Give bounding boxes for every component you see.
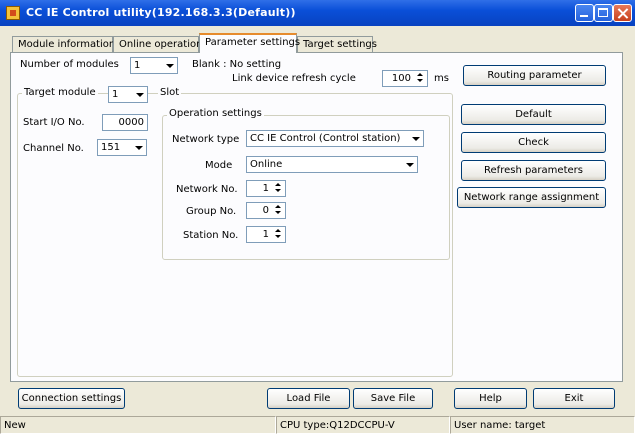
default-button[interactable]: Default [461,104,606,125]
tab-module-information[interactable]: Module information [12,36,115,52]
status-cpu-type: CPU type:Q12DCCPU-V [276,416,450,434]
mode-select[interactable]: Online [246,156,418,173]
routing-parameter-button[interactable]: Routing parameter [463,65,606,86]
app-icon [6,6,20,20]
channel-select[interactable]: 151 [97,139,147,156]
channel-label: Channel No. [23,143,84,154]
spin-up-icon[interactable] [272,227,284,234]
status-user-name: User name: target [450,416,635,434]
refresh-parameters-button[interactable]: Refresh parameters [461,160,606,181]
application-window: CC IE Control utility(192.168.3.3(Defaul… [0,0,635,434]
refresh-cycle-label: Link device refresh cycle [232,73,356,84]
mode-label: Mode [205,160,233,171]
group-no-spinner[interactable]: 0 [246,202,286,219]
maximize-button[interactable] [594,4,613,22]
group-no-label: Group No. [186,206,237,217]
refresh-unit-label: ms [434,73,449,84]
network-type-select[interactable]: CC IE Control (Control station) [246,130,424,147]
chevron-down-icon [163,59,176,72]
network-no-label: Network No. [176,184,238,195]
chevron-down-icon [132,141,145,154]
start-io-input[interactable]: 0000 [102,114,148,131]
window-title: CC IE Control utility(192.168.3.3(Defaul… [26,6,296,19]
station-no-spinner[interactable]: 1 [246,226,286,243]
target-module-label: Target module [22,87,98,98]
chevron-down-icon [409,132,422,145]
save-file-button[interactable]: Save File [353,388,433,409]
spin-up-icon[interactable] [272,181,284,188]
chevron-down-icon [133,88,146,101]
start-io-label: Start I/O No. [23,117,85,128]
minimize-button[interactable] [575,4,594,22]
load-file-button[interactable]: Load File [267,388,350,409]
tab-online-operation[interactable]: Online operation [113,36,202,52]
network-no-spinner[interactable]: 1 [246,180,286,197]
spin-down-icon[interactable] [414,78,426,85]
module-count-label: Number of modules [20,59,119,70]
tab-target-settings[interactable]: Target settings [297,36,377,52]
slot-label: Slot [158,87,182,98]
check-button[interactable]: Check [461,132,606,153]
spin-down-icon[interactable] [272,188,284,195]
tab-parameter-settings[interactable]: Parameter settings [199,33,300,53]
operation-settings-title: Operation settings [167,108,264,119]
spin-up-icon[interactable] [272,203,284,210]
spin-down-icon[interactable] [272,234,284,241]
station-no-label: Station No. [183,230,239,241]
module-count-select[interactable]: 1 [130,57,178,74]
exit-button[interactable]: Exit [533,388,615,409]
refresh-cycle-spinner[interactable]: 100 [382,70,428,87]
blank-note: Blank : No setting [192,59,282,70]
spin-down-icon[interactable] [272,210,284,217]
network-type-label: Network type [172,134,240,145]
network-range-assignment-button[interactable]: Network range assignment [457,187,606,208]
target-module-select[interactable]: 1 [108,86,148,103]
chevron-down-icon [403,158,416,171]
close-button[interactable] [613,4,632,22]
title-bar[interactable]: CC IE Control utility(192.168.3.3(Defaul… [0,0,635,26]
status-mode: New [0,416,276,434]
connection-settings-button[interactable]: Connection settings [18,388,125,409]
help-button[interactable]: Help [454,388,527,409]
spin-up-icon[interactable] [414,71,426,78]
